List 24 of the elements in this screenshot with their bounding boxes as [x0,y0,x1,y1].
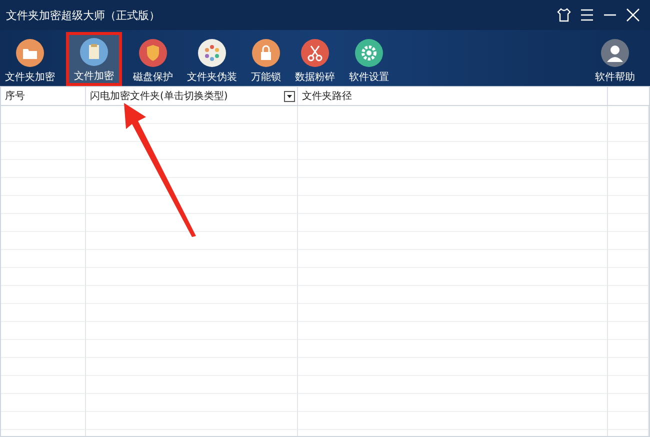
toolbar-button[interactable]: 文件加密 [66,32,122,86]
shield-icon [139,39,167,67]
menu-icon[interactable] [580,8,594,22]
window-title: 文件夹加密超级大师（正式版） [6,8,160,22]
toolbar-button[interactable]: 文件夹伪装 [184,32,240,86]
toolbar-button[interactable]: 软件设置 [346,32,392,86]
column-header[interactable]: 闪电加密文件夹(单击切换类型) [86,87,298,105]
gear-icon [355,39,383,67]
user-icon [601,39,629,67]
toolbar-button[interactable]: 万能锁 [248,32,284,86]
toolbar-button[interactable]: 文件夹加密 [2,32,58,86]
toolbar-button[interactable]: 磁盘保护 [130,32,176,86]
toolbar-button[interactable]: 数据粉碎 [292,32,338,86]
padlock-icon [252,39,280,67]
close-icon[interactable] [626,8,640,22]
column-header[interactable]: 文件夹路径 [298,87,608,105]
palette-icon [198,39,226,67]
clipboard-icon [80,38,108,66]
shirt-icon[interactable] [557,8,571,22]
scissors-icon [301,39,329,67]
toolbar-button[interactable]: 软件帮助 [592,32,638,86]
folder-icon [16,39,44,67]
dropdown-icon[interactable] [284,90,295,102]
column-header[interactable]: 序号 [1,87,86,105]
